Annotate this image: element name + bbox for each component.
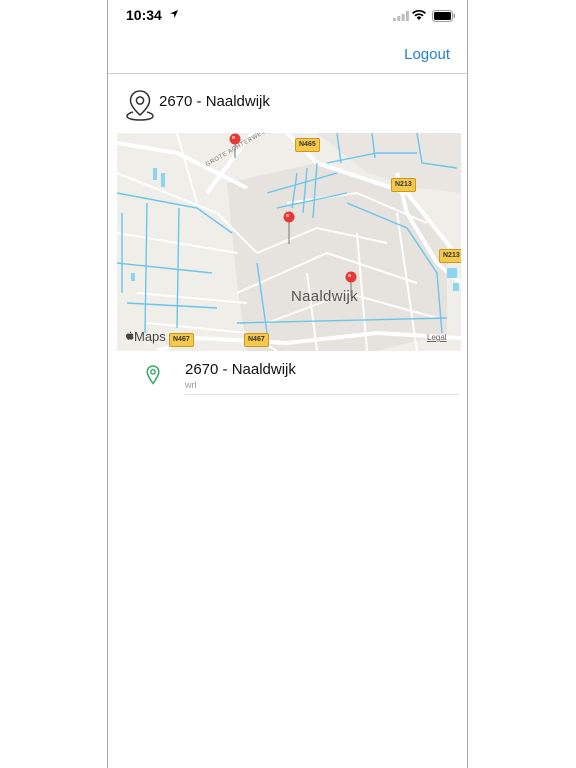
road-shield-n467: N467: [169, 333, 194, 347]
wifi-icon: [412, 9, 426, 20]
apple-logo-icon: [126, 331, 134, 340]
navigation-bar: Logout: [108, 32, 467, 74]
map-pin-outline-icon: [126, 90, 154, 121]
apple-maps-logo: Maps: [125, 329, 166, 344]
map-pin-marker-icon[interactable]: [227, 133, 243, 159]
legal-link[interactable]: Legal: [427, 333, 447, 342]
row-divider: [185, 394, 459, 395]
status-bar: 10:34: [108, 0, 467, 32]
map-pin-marker-icon[interactable]: [281, 211, 297, 245]
road-shield-n213-east: N213: [439, 249, 461, 263]
location-arrow-icon: [170, 10, 178, 18]
location-title: 2670 - Naaldwijk: [159, 93, 270, 110]
road-shield-n465: N465: [295, 138, 320, 152]
cellular-signal-icon: [393, 11, 409, 21]
location-header: 2670 - Naaldwijk: [125, 89, 445, 121]
app-screen: 10:34 Logout 2670 - Naaldwijk GROTE ACHT…: [107, 0, 468, 768]
status-time: 10:34: [126, 7, 162, 23]
logout-button[interactable]: Logout: [404, 46, 450, 63]
maps-attribution-text: Maps: [134, 329, 166, 344]
road-shield-n467-east: N467: [244, 333, 269, 347]
list-item[interactable]: 2670 - Naaldwijk wrl: [108, 358, 467, 396]
list-item-title: 2670 - Naaldwijk: [185, 361, 296, 378]
map-pin-green-icon: [146, 365, 160, 385]
battery-icon: [432, 10, 455, 22]
road-shield-n213: N213: [391, 178, 416, 192]
map-pin-marker-icon[interactable]: [343, 271, 359, 297]
map-view[interactable]: GROTE ACHTERWEG N465 N213 N213 N467 N467…: [117, 133, 461, 351]
list-item-subtitle: wrl: [185, 380, 197, 390]
